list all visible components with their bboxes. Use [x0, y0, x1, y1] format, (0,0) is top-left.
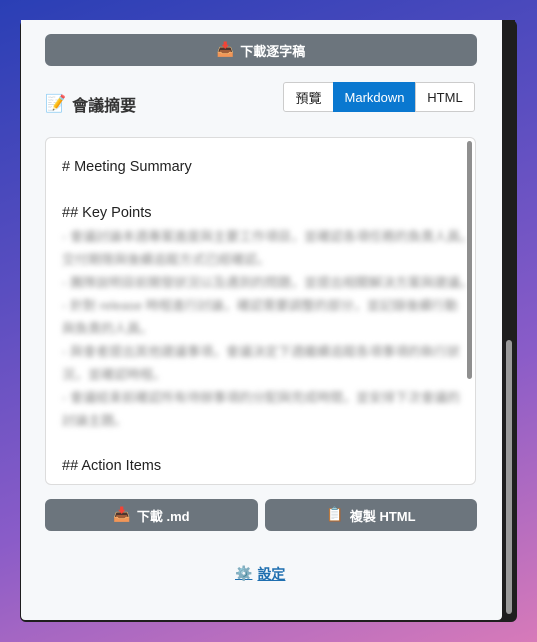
markdown-line: - 會議討論本週專案進度與主要工作項目，並確認各項任務的負責人員。 [62, 229, 473, 244]
tab-markdown-label: Markdown [344, 89, 405, 105]
tab-markdown[interactable]: Markdown [333, 82, 416, 112]
copy-html-label: 複製 HTML [349, 508, 416, 524]
view-mode-tabs: 預覽 Markdown HTML [283, 82, 475, 112]
copy-html-button[interactable]: 📋 複製 HTML [265, 499, 477, 531]
download-transcript-label: 下載逐字稿 [240, 43, 306, 59]
inbox-tray-icon: 📥 [216, 42, 235, 58]
markdown-line: ## Action Items [62, 458, 162, 474]
markdown-line: - 團隊說明目前開發狀況以及遇到的問題，並提出相關解決方案與建議。 [62, 275, 473, 290]
gear-icon: ⚙️ [235, 566, 253, 582]
markdown-scrollbar-thumb[interactable] [467, 141, 472, 379]
markdown-line: - 與會者提出其他建議事項，會議決定下週繼續追蹤各項事項的執行狀 [62, 344, 460, 359]
markdown-line: ## Key Points [62, 205, 152, 221]
settings-link[interactable]: ⚙️ 設定 [235, 564, 285, 584]
markdown-line: - 針對 release 時程進行討論，確認需要調整的部分，並記錄後續行動 [62, 298, 458, 313]
download-transcript-button[interactable]: 📥 下載逐字稿 [45, 34, 477, 66]
summary-title: 會議摘要 [72, 98, 137, 115]
download-md-button[interactable]: 📥 下載 .md [45, 499, 258, 531]
markdown-line [62, 179, 457, 202]
markdown-line: # Meeting Summary [62, 159, 192, 175]
markdown-line: 與負責的人員。 [62, 321, 154, 336]
inbox-tray-icon: 📥 [113, 507, 131, 523]
tab-preview[interactable]: 預覽 [283, 82, 334, 112]
markdown-line [62, 432, 457, 455]
settings-label: 設定 [257, 566, 286, 582]
tab-preview-label: 預覽 [295, 90, 322, 106]
markdown-line: 討論主題。 [62, 413, 128, 428]
markdown-line: 交付期限與後續追蹤方式已經確認。 [62, 252, 271, 267]
window-scrollbar-thumb[interactable] [506, 340, 512, 614]
download-md-label: 下載 .md [136, 508, 190, 524]
tab-html[interactable]: HTML [415, 82, 475, 112]
markdown-line: 況，並確認時程。 [62, 367, 167, 382]
markdown-editor[interactable]: # Meeting Summary ## Key Points - 會議討論本週專案… [45, 137, 476, 485]
tab-html-label: HTML [427, 89, 463, 105]
clipboard-icon: 📋 [326, 507, 344, 523]
markdown-text: # Meeting Summary ## Key Points - 會議討論本週專案… [62, 156, 473, 478]
summary-header: 📝 會議摘要 [45, 92, 136, 116]
markdown-line: - 會議結束前確認所有待辦事項的分配與完成時間，並安排下次會議的 [62, 390, 460, 405]
memo-icon: 📝 [45, 93, 67, 114]
